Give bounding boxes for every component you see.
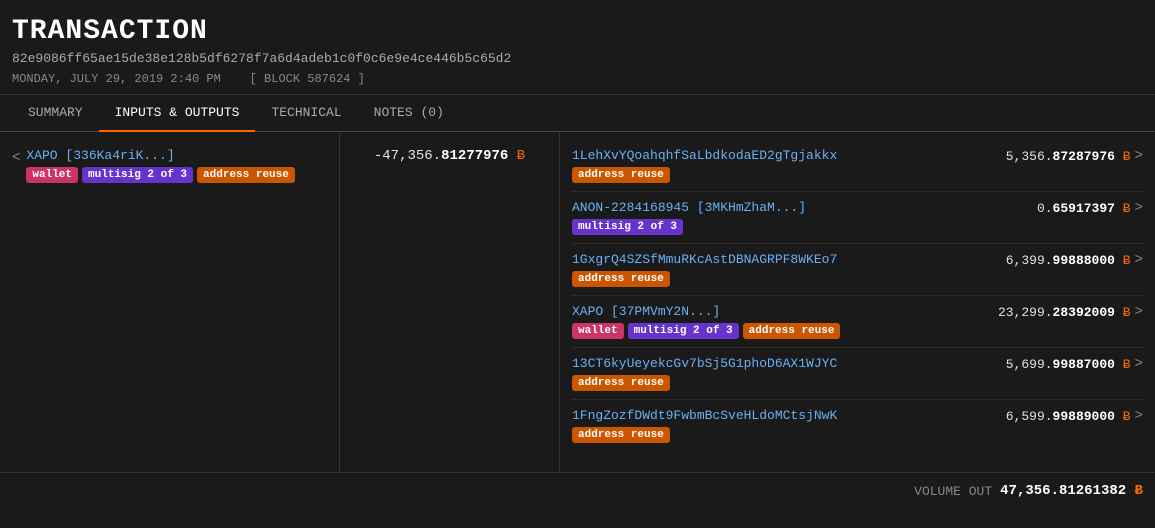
inputs-section: < XAPO [336Ka4riK...] wallet multisig 2 …	[0, 132, 340, 472]
output-amount-5: 5,699.99887000 Ƀ	[1006, 357, 1131, 372]
badge-address-reuse-4: address reuse	[743, 323, 841, 339]
badge-address-reuse-3: address reuse	[572, 271, 670, 287]
output-left-2: ANON-2284168945 [3MKHmZhaM...] multisig …	[572, 200, 1029, 235]
output-badges-2: multisig 2 of 3	[572, 219, 1029, 235]
block-ref: [ BLOCK 587624 ]	[250, 72, 365, 86]
output-row-2: ANON-2284168945 [3MKHmZhaM...] multisig …	[572, 192, 1143, 244]
tab-bar: SUMMARY INPUTS & OUTPUTS TECHNICAL NOTES…	[0, 95, 1155, 132]
badge-wallet: wallet	[26, 167, 78, 183]
main-content: < XAPO [336Ka4riK...] wallet multisig 2 …	[0, 132, 1155, 472]
output-badges-6: address reuse	[572, 427, 998, 443]
output-address-5[interactable]: 13CT6kyUeyekcGv7bSj5G1phoD6AX1WJYC	[572, 356, 837, 371]
output-amount-1: 5,356.87287976 Ƀ	[1006, 149, 1131, 164]
tab-notes[interactable]: NOTES (0)	[358, 95, 460, 132]
badge-address-reuse-1: address reuse	[572, 167, 670, 183]
output-address-1[interactable]: 1LehXvYQoahqhfSaLbdkodaED2gTgjakkx	[572, 148, 837, 163]
output-right-4: 23,299.28392009 Ƀ >	[998, 304, 1143, 320]
output-badges-5: address reuse	[572, 375, 998, 391]
badge-multisig: multisig 2 of 3	[82, 167, 193, 183]
output-right-6: 6,599.99889000 Ƀ >	[1006, 408, 1143, 424]
output-chevron-1: >	[1135, 148, 1143, 164]
header: TRANSACTION 82e9086ff65ae15de38e128b5df6…	[0, 0, 1155, 95]
output-row-1: 1LehXvYQoahqhfSaLbdkodaED2gTgjakkx addre…	[572, 140, 1143, 192]
output-address-6[interactable]: 1FngZozfDWdt9FwbmBcSveHLdoMCtsjNwK	[572, 408, 837, 423]
output-row-6: 1FngZozfDWdt9FwbmBcSveHLdoMCtsjNwK addre…	[572, 400, 1143, 451]
transfer-amount-value: -47,356.81277976 Ƀ	[374, 148, 525, 164]
output-left-6: 1FngZozfDWdt9FwbmBcSveHLdoMCtsjNwK addre…	[572, 408, 998, 443]
badge-address-reuse-6: address reuse	[572, 427, 670, 443]
tx-meta: MONDAY, JULY 29, 2019 2:40 PM [ BLOCK 58…	[12, 72, 1143, 86]
footer: VOLUME OUT 47,356.81261382 Ƀ	[0, 472, 1155, 509]
output-badges-3: address reuse	[572, 271, 998, 287]
volume-out-label: VOLUME OUT	[914, 484, 992, 499]
output-amount-6: 6,599.99889000 Ƀ	[1006, 409, 1131, 424]
badge-address-reuse-5: address reuse	[572, 375, 670, 391]
volume-out-amount: 47,356.81261382 Ƀ	[1000, 483, 1143, 499]
output-left-5: 13CT6kyUeyekcGv7bSj5G1phoD6AX1WJYC addre…	[572, 356, 998, 391]
output-chevron-6: >	[1135, 408, 1143, 424]
tab-summary[interactable]: SUMMARY	[12, 95, 99, 132]
page-title: TRANSACTION	[12, 16, 1143, 47]
output-chevron-5: >	[1135, 356, 1143, 372]
output-address-3[interactable]: 1GxgrQ4SZSfMmuRKcAstDBNAGRPF8WKEo7	[572, 252, 837, 267]
tx-date: MONDAY, JULY 29, 2019 2:40 PM	[12, 72, 221, 86]
output-right-5: 5,699.99887000 Ƀ >	[1006, 356, 1143, 372]
badge-multisig-4: multisig 2 of 3	[628, 323, 739, 339]
input-details: XAPO [336Ka4riK...] wallet multisig 2 of…	[26, 148, 327, 183]
output-row-3: 1GxgrQ4SZSfMmuRKcAstDBNAGRPF8WKEo7 addre…	[572, 244, 1143, 296]
input-item: < XAPO [336Ka4riK...] wallet multisig 2 …	[12, 148, 327, 183]
output-row-4: XAPO [37PMVmY2N...] wallet multisig 2 of…	[572, 296, 1143, 348]
output-right-1: 5,356.87287976 Ƀ >	[1006, 148, 1143, 164]
output-badges-1: address reuse	[572, 167, 998, 183]
output-left-3: 1GxgrQ4SZSfMmuRKcAstDBNAGRPF8WKEo7 addre…	[572, 252, 998, 287]
output-address-2[interactable]: ANON-2284168945 [3MKHmZhaM...]	[572, 200, 806, 215]
output-address-4[interactable]: XAPO [37PMVmY2N...]	[572, 304, 720, 319]
output-right-3: 6,399.99888000 Ƀ >	[1006, 252, 1143, 268]
badge-address-reuse: address reuse	[197, 167, 295, 183]
output-right-2: 0.65917397 Ƀ >	[1037, 200, 1143, 216]
output-chevron-2: >	[1135, 200, 1143, 216]
output-row-5: 13CT6kyUeyekcGv7bSj5G1phoD6AX1WJYC addre…	[572, 348, 1143, 400]
left-chevron-icon: <	[12, 150, 20, 166]
badge-multisig-2: multisig 2 of 3	[572, 219, 683, 235]
output-left-4: XAPO [37PMVmY2N...] wallet multisig 2 of…	[572, 304, 990, 339]
input-badge-row: wallet multisig 2 of 3 address reuse	[26, 167, 327, 183]
tab-technical[interactable]: TECHNICAL	[255, 95, 357, 132]
badge-wallet-4: wallet	[572, 323, 624, 339]
output-chevron-3: >	[1135, 252, 1143, 268]
output-amount-3: 6,399.99888000 Ƀ	[1006, 253, 1131, 268]
transfer-amount: -47,356.81277976 Ƀ	[374, 148, 525, 164]
output-amount-2: 0.65917397 Ƀ	[1037, 201, 1131, 216]
tx-hash: 82e9086ff65ae15de38e128b5df6278f7a6d4ade…	[12, 51, 1143, 66]
output-amount-4: 23,299.28392009 Ƀ	[998, 305, 1131, 320]
tab-inputs-outputs[interactable]: INPUTS & OUTPUTS	[99, 95, 256, 132]
output-badges-4: wallet multisig 2 of 3 address reuse	[572, 323, 990, 339]
output-left-1: 1LehXvYQoahqhfSaLbdkodaED2gTgjakkx addre…	[572, 148, 998, 183]
transfer-amount-section: -47,356.81277976 Ƀ	[340, 132, 560, 472]
outputs-section: 1LehXvYQoahqhfSaLbdkodaED2gTgjakkx addre…	[560, 132, 1155, 472]
output-chevron-4: >	[1135, 304, 1143, 320]
input-address-link[interactable]: XAPO [336Ka4riK...]	[26, 148, 174, 163]
